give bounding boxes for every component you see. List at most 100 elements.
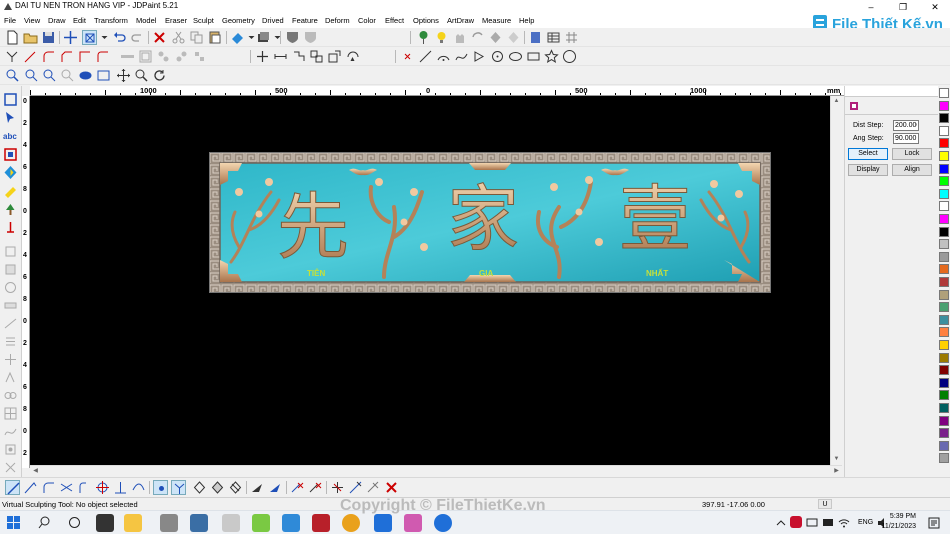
tray-chat-icon[interactable] — [822, 517, 834, 529]
horizontal-scrollbar[interactable]: ◀ ▶ — [30, 465, 842, 476]
color-swatch[interactable] — [939, 403, 949, 413]
tray-language[interactable]: ENG — [858, 519, 873, 526]
render-dropdown-icon[interactable] — [270, 30, 281, 45]
frame-icon[interactable] — [138, 49, 153, 64]
corner-arc-icon[interactable] — [95, 49, 110, 64]
taskbar-app-3-icon[interactable] — [160, 514, 178, 532]
search-icon[interactable] — [38, 516, 51, 529]
taskbar-app-7-icon[interactable] — [282, 514, 300, 532]
zoom-in-icon[interactable] — [24, 68, 39, 83]
menu-artdraw[interactable]: ArtDraw — [447, 16, 474, 25]
zoom-previous-icon[interactable] — [60, 68, 75, 83]
color-swatch[interactable] — [939, 327, 949, 338]
color-fill-icon[interactable] — [230, 30, 245, 45]
shield-icon[interactable] — [285, 30, 300, 45]
color-swatch[interactable] — [939, 163, 949, 174]
spline-icon[interactable] — [454, 49, 469, 64]
color-swatch[interactable] — [939, 264, 949, 275]
taskbar-app-10-icon[interactable] — [374, 514, 392, 532]
view-3d-icon[interactable] — [78, 68, 93, 83]
light-bulb-icon[interactable] — [434, 30, 449, 45]
menu-model[interactable]: Model — [136, 16, 156, 25]
tool-gray-10-icon[interactable] — [3, 406, 18, 421]
menu-geometry[interactable]: Geometry — [222, 16, 255, 25]
text-tool-icon[interactable]: abc — [3, 129, 18, 144]
display-button[interactable]: Display — [848, 164, 888, 176]
tool-brush-icon[interactable] — [268, 480, 283, 495]
arc-icon[interactable] — [436, 49, 451, 64]
refresh-icon[interactable] — [152, 68, 167, 83]
fill-dropdown-icon[interactable] — [244, 30, 255, 45]
color-swatch[interactable] — [939, 377, 949, 388]
group-icon[interactable] — [156, 49, 171, 64]
taskbar-app-11-icon[interactable] — [404, 514, 422, 532]
scale-icon[interactable] — [327, 49, 342, 64]
color-swatch[interactable] — [939, 138, 949, 149]
panel-tab-icon[interactable] — [849, 101, 859, 111]
tool-gray-5-icon[interactable] — [3, 316, 18, 331]
taskbar-app-4-icon[interactable] — [190, 514, 208, 532]
color-swatch[interactable] — [939, 428, 949, 439]
node-select-icon[interactable] — [153, 480, 168, 495]
menu-file[interactable]: File — [4, 16, 16, 25]
color-swatch[interactable] — [939, 251, 949, 262]
curve-cross-icon[interactable] — [59, 480, 74, 495]
grid-icon[interactable] — [564, 30, 579, 45]
tray-chevron-icon[interactable] — [776, 518, 786, 528]
pan-icon[interactable] — [116, 68, 131, 83]
paste-icon[interactable] — [207, 30, 222, 45]
curve-arc-icon[interactable] — [77, 480, 92, 495]
curve-hook-icon[interactable] — [23, 480, 38, 495]
tool-gray-2-icon[interactable] — [3, 262, 18, 277]
trim-curve-icon[interactable] — [330, 480, 345, 495]
scroll-left-arrow-icon[interactable]: ◀ — [30, 466, 41, 477]
color-swatch[interactable] — [939, 340, 949, 350]
notification-icon[interactable] — [928, 517, 940, 529]
color-swatch[interactable] — [939, 88, 949, 98]
curve-circle-icon[interactable] — [95, 480, 110, 495]
taskbar-file-explorer-icon[interactable] — [124, 514, 142, 532]
copy-icon[interactable] — [189, 30, 204, 45]
tool-gray-8-icon[interactable] — [3, 370, 18, 385]
node-diamond-2-icon[interactable] — [210, 480, 225, 495]
tool-gray-12-icon[interactable] — [3, 442, 18, 457]
tray-app-icon[interactable] — [790, 516, 802, 528]
menu-color[interactable]: Color — [358, 16, 376, 25]
zoom-window-icon[interactable] — [5, 68, 20, 83]
color-swatch[interactable] — [939, 314, 949, 325]
redo-icon[interactable] — [130, 30, 145, 45]
scroll-right-arrow-icon[interactable]: ▶ — [831, 466, 842, 477]
node-branch-icon[interactable] — [171, 480, 186, 495]
close-button[interactable]: ✕ — [920, 0, 950, 14]
tool-gray-1-icon[interactable] — [3, 244, 18, 259]
circle-outline-icon[interactable] — [562, 49, 577, 64]
menu-feature[interactable]: Feature — [292, 16, 318, 25]
paint-tool-icon[interactable] — [3, 183, 18, 198]
color-swatch[interactable] — [939, 352, 949, 363]
task-view-icon[interactable] — [68, 516, 81, 529]
extend-curve-icon[interactable] — [348, 480, 363, 495]
tray-date[interactable]: 11/21/2023 — [878, 523, 916, 530]
windows-start-icon[interactable] — [7, 516, 20, 529]
line-width-icon[interactable] — [120, 49, 135, 64]
menu-view[interactable]: View — [24, 16, 40, 25]
cancel-icon[interactable] — [384, 480, 399, 495]
align-button[interactable]: Align — [892, 164, 932, 176]
layer-icon[interactable] — [528, 30, 543, 45]
color-swatch[interactable] — [939, 277, 949, 287]
rotate-object-icon[interactable] — [345, 49, 360, 64]
color-swatch[interactable] — [939, 201, 949, 212]
menu-measure[interactable]: Measure — [482, 16, 511, 25]
plus-icon[interactable] — [255, 49, 270, 64]
view-all-icon[interactable] — [96, 68, 111, 83]
array-icon[interactable] — [309, 49, 324, 64]
fillet-icon[interactable] — [41, 49, 56, 64]
taskbar-jdpaint-icon[interactable] — [222, 514, 240, 532]
star-icon[interactable] — [544, 49, 559, 64]
color-swatch[interactable] — [939, 214, 949, 224]
node-diamond-1-icon[interactable] — [192, 480, 207, 495]
diamond-icon[interactable] — [488, 30, 503, 45]
delete-node-1-icon[interactable] — [290, 480, 305, 495]
align-icon[interactable] — [291, 49, 306, 64]
rotate-icon[interactable] — [470, 30, 485, 45]
